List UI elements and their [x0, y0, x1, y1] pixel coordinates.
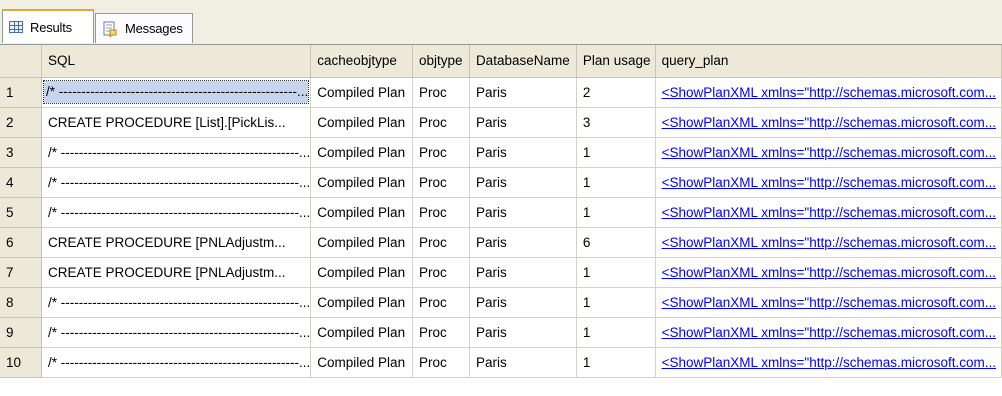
objtype-cell[interactable]: Proc [412, 77, 470, 108]
plan-usage-cell[interactable]: 6 [576, 227, 656, 258]
objtype-cell[interactable]: Proc [412, 227, 470, 258]
query-plan-cell[interactable]: <ShowPlanXML xmlns="http://schemas.micro… [655, 137, 1002, 168]
cacheobjtype-cell[interactable]: Compiled Plan [310, 227, 414, 258]
databasename-cell[interactable]: Paris [469, 287, 577, 318]
row-number[interactable]: 3 [0, 137, 42, 168]
sql-cell[interactable]: CREATE PROCEDURE [PNLAdjustm... [41, 227, 312, 258]
results-tabstrip: Results Messages [0, 0, 1002, 44]
cacheobjtype-cell[interactable]: Compiled Plan [310, 107, 414, 138]
plan-usage-cell[interactable]: 1 [576, 167, 656, 198]
plan-usage-cell[interactable]: 3 [576, 107, 656, 138]
column-header-databasename[interactable]: DatabaseName [469, 45, 577, 78]
column-header-plan-usage[interactable]: Plan usage [576, 45, 656, 78]
databasename-cell[interactable]: Paris [469, 107, 577, 138]
row-number[interactable]: 5 [0, 197, 42, 228]
query-plan-cell[interactable]: <ShowPlanXML xmlns="http://schemas.micro… [655, 227, 1002, 258]
cacheobjtype-cell[interactable]: Compiled Plan [310, 317, 414, 348]
cacheobjtype-cell[interactable]: Compiled Plan [310, 347, 414, 378]
row-number[interactable]: 8 [0, 287, 42, 318]
objtype-cell[interactable]: Proc [412, 317, 470, 348]
tab-results-label: Results [30, 19, 72, 35]
plan-usage-cell[interactable]: 1 [576, 347, 656, 378]
table-row[interactable]: 7 CREATE PROCEDURE [PNLAdjustm... Compiled… [0, 257, 1002, 288]
objtype-cell[interactable]: Proc [412, 167, 470, 198]
databasename-cell[interactable]: Paris [469, 347, 577, 378]
table-row[interactable]: 9/* ------------------------------------… [0, 317, 1002, 348]
row-number[interactable]: 4 [0, 167, 42, 198]
table-row[interactable]: 3/* ------------------------------------… [0, 137, 1002, 168]
plan-usage-cell[interactable]: 1 [576, 137, 656, 168]
table-row[interactable]: 4/* ------------------------------------… [0, 167, 1002, 198]
cacheobjtype-cell[interactable]: Compiled Plan [310, 167, 414, 198]
cacheobjtype-cell[interactable]: Compiled Plan [310, 137, 414, 168]
header-row: SQL cacheobjtype objtype DatabaseName Pl… [0, 45, 1002, 78]
grid-icon [9, 21, 23, 33]
column-header-sql[interactable]: SQL [41, 45, 312, 78]
column-header-objtype[interactable]: objtype [412, 45, 470, 78]
table-row[interactable]: 6 CREATE PROCEDURE [PNLAdjustm... Compiled… [0, 227, 1002, 258]
table-row[interactable]: 10/* -----------------------------------… [0, 347, 1002, 378]
objtype-cell[interactable]: Proc [412, 347, 470, 378]
table-row[interactable]: 5/* ------------------------------------… [0, 197, 1002, 228]
objtype-cell[interactable]: Proc [412, 287, 470, 318]
row-number[interactable]: 7 [0, 257, 42, 288]
results-table: SQL cacheobjtype objtype DatabaseName Pl… [0, 45, 1002, 378]
query-plan-cell[interactable]: <ShowPlanXML xmlns="http://schemas.micro… [655, 317, 1002, 348]
cacheobjtype-cell[interactable]: Compiled Plan [310, 287, 414, 318]
row-number[interactable]: 9 [0, 317, 42, 348]
objtype-cell[interactable]: Proc [412, 257, 470, 288]
plan-usage-cell[interactable]: 1 [576, 287, 656, 318]
query-plan-cell[interactable]: <ShowPlanXML xmlns="http://schemas.micro… [655, 167, 1002, 198]
query-plan-cell[interactable]: <ShowPlanXML xmlns="http://schemas.micro… [655, 107, 1002, 138]
databasename-cell[interactable]: Paris [469, 197, 577, 228]
databasename-cell[interactable]: Paris [469, 317, 577, 348]
objtype-cell[interactable]: Proc [412, 197, 470, 228]
query-plan-cell[interactable]: <ShowPlanXML xmlns="http://schemas.micro… [655, 287, 1002, 318]
databasename-cell[interactable]: Paris [469, 167, 577, 198]
table-row[interactable]: 1/* ------------------------------------… [0, 77, 1002, 108]
plan-usage-cell[interactable]: 1 [576, 257, 656, 288]
sql-cell[interactable]: /* -------------------------------------… [41, 347, 312, 378]
cacheobjtype-cell[interactable]: Compiled Plan [310, 77, 414, 108]
tab-messages[interactable]: Messages [95, 13, 193, 43]
messages-icon [102, 21, 118, 38]
row-number[interactable]: 6 [0, 227, 42, 258]
column-header-cacheobjtype[interactable]: cacheobjtype [310, 45, 414, 78]
query-plan-cell[interactable]: <ShowPlanXML xmlns="http://schemas.micro… [655, 347, 1002, 378]
results-grid[interactable]: SQL cacheobjtype objtype DatabaseName Pl… [0, 44, 1002, 396]
query-plan-cell[interactable]: <ShowPlanXML xmlns="http://schemas.micro… [655, 197, 1002, 228]
databasename-cell[interactable]: Paris [469, 257, 577, 288]
sql-cell[interactable]: /* -------------------------------------… [41, 167, 312, 198]
row-number[interactable]: 1 [0, 77, 42, 108]
sql-cell[interactable]: /* -------------------------------------… [41, 317, 312, 348]
sql-cell[interactable]: /* -------------------------------------… [41, 137, 312, 168]
cacheobjtype-cell[interactable]: Compiled Plan [310, 257, 414, 288]
row-number[interactable]: 2 [0, 107, 42, 138]
databasename-cell[interactable]: Paris [469, 227, 577, 258]
objtype-cell[interactable]: Proc [412, 137, 470, 168]
plan-usage-cell[interactable]: 1 [576, 197, 656, 228]
databasename-cell[interactable]: Paris [469, 137, 577, 168]
objtype-cell[interactable]: Proc [412, 107, 470, 138]
plan-usage-cell[interactable]: 1 [576, 317, 656, 348]
query-plan-cell[interactable]: <ShowPlanXML xmlns="http://schemas.micro… [655, 257, 1002, 288]
table-row[interactable]: 8/* ------------------------------------… [0, 287, 1002, 318]
column-header-query-plan[interactable]: query_plan [655, 45, 1002, 78]
query-plan-cell[interactable]: <ShowPlanXML xmlns="http://schemas.micro… [655, 77, 1002, 108]
plan-usage-cell[interactable]: 2 [576, 77, 656, 108]
tab-messages-label: Messages [125, 21, 183, 36]
sql-cell[interactable]: /* -------------------------------------… [41, 287, 312, 318]
databasename-cell[interactable]: Paris [469, 77, 577, 108]
sql-cell[interactable]: /* -------------------------------------… [41, 197, 312, 228]
selected-cell-text: /* -------------------------------------… [42, 80, 310, 104]
cacheobjtype-cell[interactable]: Compiled Plan [310, 197, 414, 228]
row-number-header[interactable] [0, 45, 42, 78]
sql-cell[interactable]: CREATE PROCEDURE [PNLAdjustm... [41, 257, 312, 288]
tab-results[interactable]: Results [2, 9, 94, 43]
sql-cell[interactable]: /* -------------------------------------… [41, 77, 312, 108]
row-number[interactable]: 10 [0, 347, 42, 378]
table-row[interactable]: 2 CREATE PROCEDURE [List].[PickLis... Comp… [0, 107, 1002, 138]
sql-cell[interactable]: CREATE PROCEDURE [List].[PickLis... [41, 107, 312, 138]
